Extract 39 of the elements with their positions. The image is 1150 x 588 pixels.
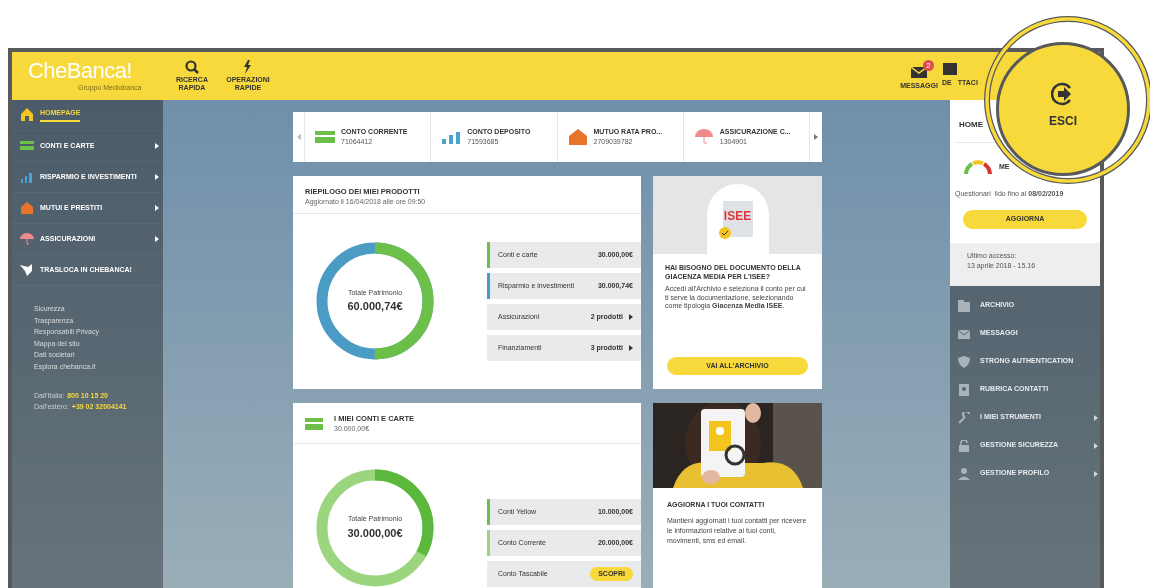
archive-icon [958,299,970,312]
chevron-icon [1094,442,1098,449]
lock-icon [958,439,970,452]
house-icon [567,128,588,146]
chevron-icon [155,205,159,211]
contact-card-icon [958,383,970,396]
umbrella-icon [20,232,34,246]
umbrella-icon [693,128,714,146]
logo: CheBanca! [28,58,133,83]
chevron-icon [155,174,159,180]
shield-icon [958,355,970,368]
house-icon [20,108,34,122]
callout-label: ESCI [1049,113,1077,130]
donut-value: 30.000,00€ [347,525,403,541]
person-icon [958,467,970,480]
wing-icon [20,263,34,277]
card-icon [315,128,335,146]
envelope-icon [911,66,927,79]
chevron-icon [1094,470,1098,477]
bar-chart-icon [20,170,34,184]
donut-value: 60.000,74€ [347,299,403,315]
document-label: ISEE [723,208,752,225]
envelope-icon [958,327,970,340]
chevron-icon [629,313,633,320]
wrench-icon [958,411,970,424]
search-icon [185,60,199,74]
chevron-icon [155,143,159,149]
seal-icon [718,227,731,239]
chevron-icon [629,344,633,351]
chevron-icon [1094,414,1098,421]
card-icon [20,139,34,153]
notification-badge: 2 [923,60,934,72]
gauge-icon [963,159,993,175]
chevron-icon [155,236,159,242]
panel-title: HOME [959,120,983,129]
house-icon [20,201,34,215]
arrow-right-icon [814,134,818,140]
arrow-left-icon [296,134,301,140]
card-icon [305,416,323,431]
